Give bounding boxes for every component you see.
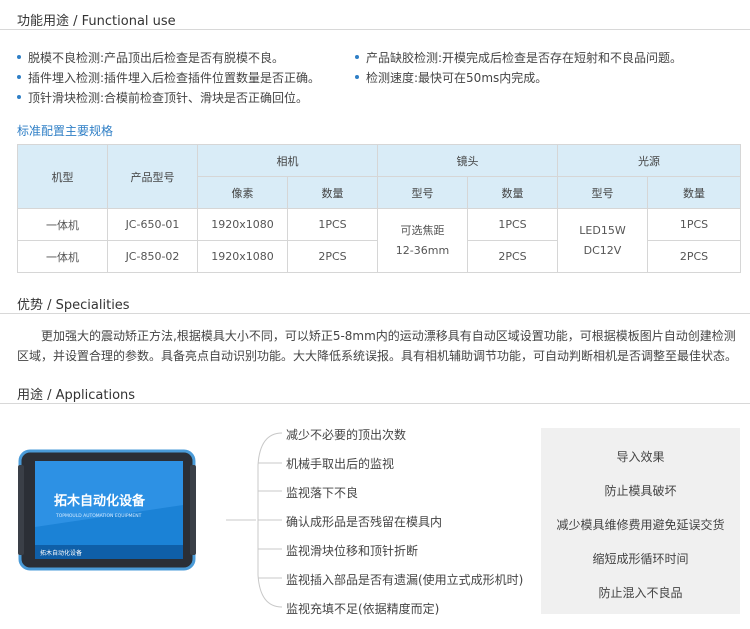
bullet-item: 产品缺胶检测:开模完成后检查是否存在短射和不良品问题。 bbox=[355, 49, 682, 66]
bullet-item: 脱模不良检测:产品顶出后检查是否有脱模不良。 bbox=[17, 49, 284, 66]
header-qty: 数量 bbox=[647, 176, 741, 209]
light-type-line: LED15W bbox=[579, 223, 626, 237]
application-item: 监视滑块位移和顶针折断 bbox=[286, 544, 419, 558]
result-item: 缩短成形循环时间 bbox=[592, 552, 689, 566]
table-row: 一体机 JC-650-01 1920x1080 1PCS 可选焦距 12-36m… bbox=[17, 208, 741, 273]
application-item: 机械手取出后的监视 bbox=[286, 457, 395, 471]
header-lens: 镜头 bbox=[377, 144, 558, 177]
bullet-item: 插件埋入检测:插件埋入后检查插件位置数量是否正确。 bbox=[17, 69, 320, 86]
result-item: 减少模具维修费用避免延误交货 bbox=[556, 518, 725, 532]
section-title: 功能用途 / Functional use bbox=[17, 14, 176, 29]
bullet-text: 脱模不良检测:产品顶出后检查是否有脱模不良。 bbox=[28, 51, 285, 65]
cell-product-model: JC-650-01 bbox=[107, 208, 198, 241]
header-light: 光源 bbox=[557, 144, 741, 177]
bullet-item: 顶针滑块检测:合模前检查顶针、滑块是否正确回位。 bbox=[17, 89, 308, 106]
section-title: 优势 / Specialities bbox=[17, 298, 130, 313]
section-title: 用途 / Applications bbox=[17, 388, 136, 403]
header-product-model: 产品型号 bbox=[107, 144, 198, 209]
bullet-dot-icon bbox=[355, 54, 359, 59]
tablet-footer-text: 拓木自动化设备 bbox=[40, 549, 82, 557]
lens-type-line: 可选焦距 bbox=[400, 223, 445, 237]
bullet-dot-icon bbox=[355, 74, 359, 79]
header-type: 型号 bbox=[557, 176, 648, 209]
application-item: 确认成形品是否残留在模具内 bbox=[286, 515, 443, 529]
specialities-paragraph: 更加强大的震动矫正方法,根据模具大小不同，可以矫正5-8mm内的运动漂移具有自动… bbox=[17, 329, 738, 363]
application-item: 监视插入部品是否有遗漏(使用立式成形机时) bbox=[286, 573, 524, 587]
cell-lens-qty: 1PCS bbox=[467, 208, 558, 241]
application-item: 减少不必要的顶出次数 bbox=[286, 428, 407, 442]
tablet-device-image: 拓木自动化设备 TOPMOULD AUTOMATION EQUIPMENT 拓木… bbox=[18, 449, 196, 571]
result-item: 防止混入不良品 bbox=[598, 586, 683, 600]
spec-title: 标准配置主要规格 bbox=[17, 124, 114, 138]
application-item: 监视充填不足(依据精度而定) bbox=[286, 602, 440, 616]
results-panel: 导入效果 防止模具破坏 减少模具维修费用避免延误交货 缩短成形循环时间 防止混入… bbox=[541, 428, 740, 614]
divider bbox=[0, 313, 750, 314]
bullet-item: 检测速度:最快可在50ms内完成。 bbox=[355, 69, 547, 86]
bullet-text: 插件埋入检测:插件埋入后检查插件位置数量是否正确。 bbox=[28, 71, 321, 85]
header-model: 机型 bbox=[17, 144, 108, 209]
spec-table: 机型 产品型号 相机 镜头 光源 像素 数量 型号 数量 型号 数量 一体机 J… bbox=[17, 144, 741, 273]
bullet-text: 检测速度:最快可在50ms内完成。 bbox=[366, 71, 548, 85]
connector-lines bbox=[226, 432, 283, 608]
cell-model: 一体机 bbox=[17, 208, 108, 241]
cell-light-type: LED15W DC12V bbox=[557, 208, 648, 273]
divider bbox=[0, 403, 750, 404]
cell-model: 一体机 bbox=[17, 240, 108, 273]
cell-light-qty: 2PCS bbox=[647, 240, 741, 273]
cell-lens-type: 可选焦距 12-36mm bbox=[377, 208, 468, 273]
header-camera: 相机 bbox=[197, 144, 378, 177]
header-type: 型号 bbox=[377, 176, 468, 209]
tablet-brand-text: 拓木自动化设备 bbox=[54, 493, 146, 509]
header-qty: 数量 bbox=[467, 176, 558, 209]
cell-camera-qty: 2PCS bbox=[287, 240, 378, 273]
bullet-text: 顶针滑块检测:合模前检查顶针、滑块是否正确回位。 bbox=[28, 91, 309, 105]
header-qty: 数量 bbox=[287, 176, 378, 209]
lens-type-line: 12-36mm bbox=[395, 243, 450, 257]
cell-product-model: JC-850-02 bbox=[107, 240, 198, 273]
divider bbox=[0, 29, 750, 30]
cell-light-qty: 1PCS bbox=[647, 208, 741, 241]
light-type-line: DC12V bbox=[583, 243, 622, 257]
header-pixels: 像素 bbox=[197, 176, 288, 209]
result-item: 防止模具破坏 bbox=[604, 484, 677, 498]
cell-lens-qty: 2PCS bbox=[467, 240, 558, 273]
result-title: 导入效果 bbox=[616, 450, 665, 464]
cell-camera-qty: 1PCS bbox=[287, 208, 378, 241]
bullet-dot-icon bbox=[17, 74, 21, 79]
bullet-text: 产品缺胶检测:开模完成后检查是否存在短射和不良品问题。 bbox=[366, 51, 683, 65]
bullet-dot-icon bbox=[17, 54, 21, 59]
bullet-dot-icon bbox=[17, 94, 21, 99]
tablet-brand-en-text: TOPMOULD AUTOMATION EQUIPMENT bbox=[55, 513, 142, 519]
cell-pixels: 1920x1080 bbox=[197, 208, 288, 241]
application-item: 监视落下不良 bbox=[286, 486, 359, 500]
cell-pixels: 1920x1080 bbox=[197, 240, 288, 273]
